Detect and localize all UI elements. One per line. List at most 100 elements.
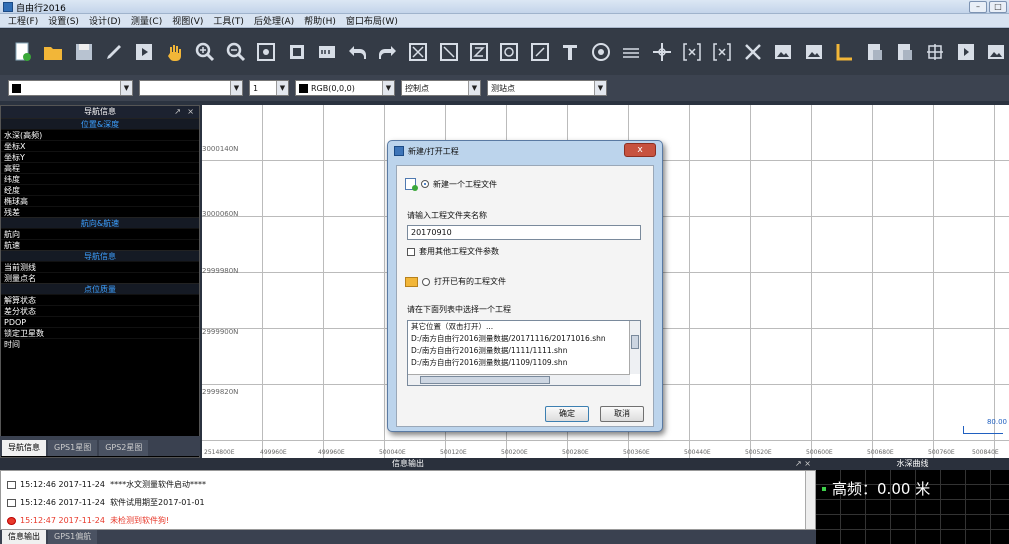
box-x-icon[interactable] [405, 38, 430, 66]
menu-settings[interactable]: 设置(S) [43, 14, 84, 27]
doc2-icon[interactable] [892, 38, 917, 66]
image-icon[interactable] [771, 38, 796, 66]
info-scrollbar[interactable] [805, 471, 815, 529]
undo-icon[interactable] [345, 38, 370, 66]
list-item[interactable]: D:/南方自由行2016测量数据/1111/1111.shn [408, 345, 640, 357]
x-axis-label: 500040E [379, 449, 406, 456]
menu-project[interactable]: 工程(F) [3, 14, 43, 27]
play-icon[interactable] [132, 38, 157, 66]
linewidth-select[interactable]: 1 ▼ [249, 80, 289, 96]
options-bar: ▼ ▼ 1 ▼ RGB(0,0,0) ▼ 控制点 ▼ 测站点 ▼ [0, 75, 1009, 101]
nav-row: 残差 [1, 206, 199, 217]
zoom-out-icon[interactable] [223, 38, 248, 66]
scroll-thumb[interactable] [420, 376, 550, 384]
save-icon[interactable] [71, 38, 96, 66]
window-controls: – □ [969, 1, 1007, 13]
tab-info-output[interactable]: 信息输出 [2, 530, 46, 544]
info-panel-title: 信息输出 [392, 459, 424, 468]
reuse-params-option[interactable]: 套用其他工程文件参数 [407, 246, 499, 257]
open-folder-icon[interactable] [40, 38, 65, 66]
dialog-title: 新建/打开工程 [408, 147, 459, 156]
delete-x-icon[interactable] [740, 38, 765, 66]
list-item[interactable]: 其它位置（双击打开）... [408, 321, 640, 333]
station-point-select[interactable]: 测站点 ▼ [487, 80, 607, 96]
x-axis-label: 500680E [867, 449, 894, 456]
scale-icon[interactable] [314, 38, 339, 66]
circle2-icon[interactable] [527, 38, 552, 66]
circle-icon[interactable] [497, 38, 522, 66]
menu-window-layout[interactable]: 窗口布局(W) [341, 14, 403, 27]
tab-gps1-skyplot[interactable]: GPS1星图 [48, 440, 98, 456]
tab-nav-info[interactable]: 导航信息 [2, 440, 46, 456]
dialog-titlebar[interactable]: 新建/打开工程 x [388, 141, 662, 161]
line-icon[interactable] [618, 38, 643, 66]
x-axis-label: 500600E [806, 449, 833, 456]
close-icon[interactable]: × [187, 106, 194, 118]
cross-icon[interactable] [649, 38, 674, 66]
dialog-body: 新建一个工程文件 请输入工程文件夹名称 20170910 套用其他工程文件参数 … [396, 165, 654, 427]
rgb-select[interactable]: RGB(0,0,0) ▼ [295, 80, 395, 96]
nav-row: 坐标X [1, 140, 199, 151]
folder-name-label: 请输入工程文件夹名称 [407, 211, 487, 220]
reuse-params-label: 套用其他工程文件参数 [419, 247, 499, 256]
menu-design[interactable]: 设计(D) [84, 14, 126, 27]
menu-view[interactable]: 视图(V) [167, 14, 208, 27]
next-icon[interactable] [953, 38, 978, 66]
doc-icon[interactable] [862, 38, 887, 66]
grid-icon[interactable] [923, 38, 948, 66]
menu-help[interactable]: 帮助(H) [299, 14, 341, 27]
nav-row: 解算状态 [1, 294, 199, 305]
list-item[interactable]: D:/南方自由行2016测量数据/20171116/20171016.shn [408, 333, 640, 345]
edit-icon[interactable] [101, 38, 126, 66]
t-text-icon[interactable] [558, 38, 583, 66]
tab-gps1-deviation[interactable]: GPS1偏航 [48, 530, 98, 544]
open-existing-option[interactable]: 打开已有的工程文件 [405, 276, 506, 287]
minimize-button[interactable]: – [969, 1, 987, 13]
box-slash-icon[interactable] [436, 38, 461, 66]
list-item[interactable]: D:/南方自由行2016测量数据/1109/1109.shn [408, 357, 640, 369]
maximize-button[interactable]: □ [989, 1, 1007, 13]
project-list[interactable]: 其它位置（双击打开）... D:/南方自由行2016测量数据/20171116/… [407, 320, 641, 386]
control-point-select[interactable]: 控制点 ▼ [401, 80, 481, 96]
tab-gps2-skyplot[interactable]: GPS2星图 [99, 440, 149, 456]
target-icon[interactable] [588, 38, 613, 66]
open-existing-radio[interactable] [422, 277, 430, 286]
zoom-in-icon[interactable] [193, 38, 218, 66]
log-line-error: 15:12:47 2017-11-24 未检测到软件狗! [7, 515, 169, 526]
close-icon[interactable]: ↗ × [795, 458, 811, 470]
box-z-icon[interactable] [466, 38, 491, 66]
color-swatch [12, 83, 21, 93]
linetype-select[interactable]: ▼ [139, 80, 243, 96]
dialog-close-button[interactable]: x [624, 143, 656, 157]
new-file-icon[interactable] [10, 38, 35, 66]
new-project-radio[interactable] [421, 180, 429, 188]
redo-icon[interactable] [375, 38, 400, 66]
menu-postprocess[interactable]: 后处理(A) [249, 14, 299, 27]
image3-icon[interactable] [984, 38, 1009, 66]
pin-icon[interactable]: ↗ [174, 106, 181, 118]
reuse-params-checkbox[interactable] [407, 247, 415, 256]
hand-icon[interactable] [162, 38, 187, 66]
chevron-down-icon: ▼ [468, 81, 480, 95]
new-project-option[interactable]: 新建一个工程文件 [405, 178, 497, 191]
info-tabs: 信息输出 GPS1偏航 [0, 530, 816, 544]
ok-button[interactable]: 确定 [545, 406, 589, 422]
scale-label: 80.00 [986, 418, 1007, 426]
list-horizontal-scrollbar[interactable] [408, 374, 630, 385]
scroll-thumb[interactable] [631, 335, 639, 349]
zoom-extent-icon[interactable] [253, 38, 278, 66]
bracket-x2-icon[interactable] [710, 38, 735, 66]
nav-row: 坐标Y [1, 151, 199, 162]
folder-name-input[interactable]: 20170910 [407, 225, 641, 240]
list-vertical-scrollbar[interactable] [629, 321, 640, 374]
cancel-button[interactable]: 取消 [600, 406, 644, 422]
menu-tools[interactable]: 工具(T) [208, 14, 249, 27]
layer-icon[interactable] [284, 38, 309, 66]
nav-row: 时间 [1, 338, 199, 349]
image2-icon[interactable] [801, 38, 826, 66]
menu-survey[interactable]: 测量(C) [126, 14, 167, 27]
info-panel-header: 信息输出 ↗ × [0, 458, 816, 470]
color-select[interactable]: ▼ [8, 80, 133, 96]
angle-icon[interactable] [831, 38, 856, 66]
bracket-x-icon[interactable] [679, 38, 704, 66]
